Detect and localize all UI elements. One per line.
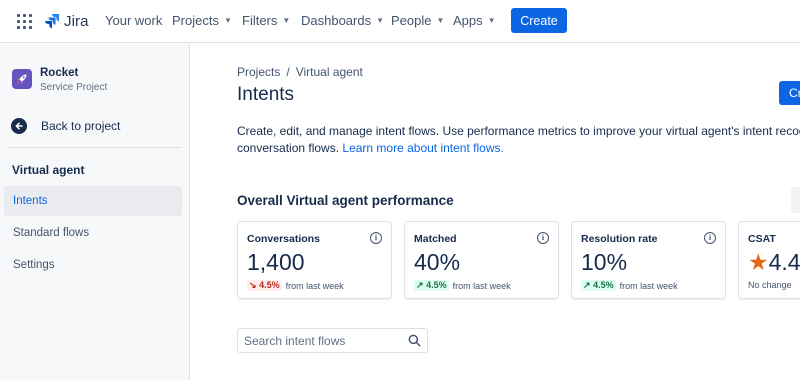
- breadcrumb-separator: /: [286, 65, 290, 79]
- sidebar-item-label: Intents: [13, 195, 48, 207]
- info-icon[interactable]: i: [537, 232, 549, 244]
- app-switcher-icon[interactable]: [16, 13, 32, 29]
- description-line-2: conversation flows. Learn more about int…: [237, 140, 800, 157]
- change-value: 4.5%: [426, 280, 447, 290]
- nav-people[interactable]: People ▼: [391, 13, 444, 28]
- arrow-left-icon: [11, 118, 27, 134]
- chevron-down-icon: ▼: [436, 16, 445, 25]
- chevron-down-icon: ▼: [223, 16, 232, 25]
- performance-section-title: Overall Virtual agent performance: [237, 193, 454, 208]
- change-value: 4.5%: [259, 280, 280, 290]
- create-intent-button[interactable]: Cr: [779, 81, 800, 105]
- nav-your-work-label: Your work: [105, 13, 163, 28]
- metric-value: ★4.4: [748, 249, 800, 276]
- sidebar-item-label: Standard flows: [13, 227, 90, 239]
- project-type: Service Project: [40, 82, 108, 93]
- create-button[interactable]: Create: [511, 8, 567, 33]
- metric-change: ↗ 4.5% from last week: [414, 280, 511, 291]
- jira-logo-icon: [45, 14, 59, 29]
- csat-value: 4.4: [768, 249, 800, 275]
- chevron-down-icon: ▼: [376, 16, 385, 25]
- info-icon[interactable]: i: [704, 232, 716, 244]
- info-icon[interactable]: i: [370, 232, 382, 244]
- change-suffix: from last week: [619, 280, 678, 291]
- nav-your-work[interactable]: Your work: [105, 13, 162, 28]
- metric-change: ↘ 4.5% from last week: [247, 280, 344, 291]
- metric-card-resolution-rate: Resolution rate i 10% ↗ 4.5% from last w…: [571, 221, 726, 299]
- jira-logo[interactable]: Jira: [44, 11, 89, 31]
- metric-label: Matched: [414, 233, 457, 245]
- description-line-1: Create, edit, and manage intent flows. U…: [237, 124, 800, 138]
- change-suffix: from last week: [285, 280, 344, 291]
- sidebar: Rocket Service Project Back to project V…: [0, 43, 190, 380]
- sidebar-divider: [8, 147, 182, 148]
- breadcrumb-projects[interactable]: Projects: [237, 65, 280, 79]
- project-avatar[interactable]: [12, 69, 32, 89]
- breadcrumb-virtual-agent[interactable]: Virtual agent: [296, 65, 363, 79]
- metric-change: No change: [748, 280, 792, 290]
- top-navigation: Jira Your work Projects ▼ Filters ▼ Dash…: [0, 0, 800, 43]
- nav-dashboards[interactable]: Dashboards ▼: [301, 13, 384, 28]
- search-input[interactable]: [244, 332, 402, 349]
- nav-filters[interactable]: Filters ▼: [242, 13, 290, 28]
- page-description: Create, edit, and manage intent flows. U…: [237, 123, 800, 157]
- rocket-icon: [16, 74, 27, 85]
- nav-people-label: People: [391, 13, 432, 28]
- metric-card-conversations: Conversations i 1,400 ↘ 4.5% from last w…: [237, 221, 392, 299]
- breadcrumb: Projects / Virtual agent: [237, 65, 363, 79]
- metric-card-csat: CSAT ★4.4 No change: [738, 221, 800, 299]
- back-to-project-link[interactable]: Back to project: [11, 118, 120, 134]
- page-title: Intents: [237, 84, 295, 105]
- star-icon: ★: [748, 249, 769, 275]
- sidebar-item-settings[interactable]: Settings: [4, 250, 182, 280]
- jira-logo-text: Jira: [64, 12, 89, 30]
- search-icon[interactable]: [407, 333, 422, 348]
- back-to-project-label: Back to project: [41, 119, 121, 133]
- change-suffix: from last week: [452, 280, 511, 291]
- nav-dashboards-label: Dashboards: [301, 13, 372, 28]
- learn-more-link[interactable]: Learn more about intent flows.: [342, 141, 503, 155]
- nav-projects[interactable]: Projects ▼: [172, 13, 232, 28]
- arrow-up-right-icon: ↗: [583, 280, 591, 290]
- search-box: [237, 328, 428, 353]
- change-suffix: No change: [748, 280, 792, 290]
- chevron-down-icon: ▼: [487, 16, 496, 25]
- metric-value: 10%: [581, 249, 628, 275]
- nav-projects-label: Projects: [172, 13, 219, 28]
- arrow-down-right-icon: ↘: [249, 280, 257, 290]
- metric-label: Conversations: [247, 233, 320, 245]
- change-value: 4.5%: [593, 280, 614, 290]
- change-badge-down: ↘ 4.5%: [247, 280, 282, 291]
- nav-apps[interactable]: Apps ▼: [453, 13, 496, 28]
- sidebar-item-intents[interactable]: Intents: [4, 186, 182, 216]
- date-range-button[interactable]: [791, 187, 800, 213]
- sidebar-item-label: Settings: [13, 259, 55, 271]
- metric-label: Resolution rate: [581, 233, 658, 245]
- metric-change: ↗ 4.5% from last week: [581, 280, 678, 291]
- chevron-down-icon: ▼: [282, 16, 291, 25]
- metric-card-matched: Matched i 40% ↗ 4.5% from last week: [404, 221, 559, 299]
- change-badge-up: ↗ 4.5%: [581, 280, 616, 291]
- nav-apps-label: Apps: [453, 13, 483, 28]
- nav-filters-label: Filters: [242, 13, 278, 28]
- metric-value: 1,400: [247, 249, 305, 275]
- metric-label: CSAT: [748, 233, 776, 245]
- project-name[interactable]: Rocket: [40, 67, 78, 79]
- arrow-up-right-icon: ↗: [416, 280, 424, 290]
- sidebar-item-standard-flows[interactable]: Standard flows: [4, 218, 182, 248]
- change-badge-up: ↗ 4.5%: [414, 280, 449, 291]
- description-text: conversation flows.: [237, 141, 343, 155]
- metric-value: 40%: [414, 249, 461, 275]
- sidebar-section-heading: Virtual agent: [12, 163, 85, 177]
